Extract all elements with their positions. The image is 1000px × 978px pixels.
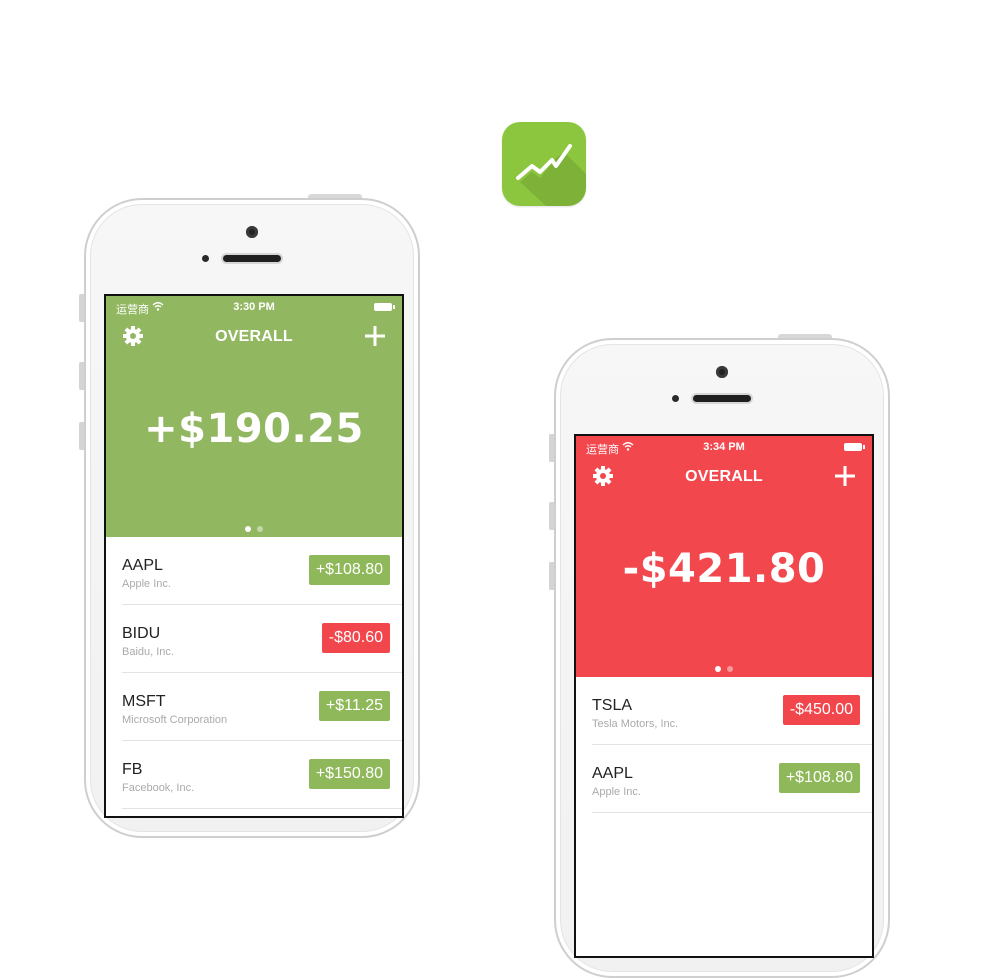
proximity-sensor	[672, 395, 679, 402]
company-name: Tesla Motors, Inc.	[592, 718, 679, 730]
stock-ticker: AAPL	[122, 557, 163, 574]
company-name: Microsoft Corporation	[122, 714, 228, 726]
stock-list: TSLA Tesla Motors, Inc. -$450.00 AAPL Apple …	[576, 677, 872, 956]
phone-screen: 运营商 3:30 PM OVERALL +$190.25 AAPL Apple …	[104, 294, 404, 818]
status-bar: 运营商 3:30 PM	[106, 300, 402, 316]
stock-list: AAPL Apple Inc. +$108.80 BIDU Baidu, Inc. -$8…	[106, 537, 402, 816]
page-dot[interactable]	[245, 526, 251, 532]
page-dot[interactable]	[257, 526, 263, 532]
trend-up-icon	[516, 144, 586, 206]
page-dot[interactable]	[727, 666, 733, 672]
change-badge[interactable]: +$150.80	[308, 759, 390, 789]
company-name: Apple Inc.	[592, 786, 641, 798]
earpiece-speaker	[693, 395, 751, 402]
status-bar: 运营商 3:34 PM	[576, 440, 872, 456]
page-indicator	[106, 519, 402, 537]
page-indicator	[576, 659, 872, 677]
status-time: 3:34 PM	[703, 441, 745, 453]
stock-ticker: FB	[122, 761, 143, 778]
page-title: OVERALL	[685, 468, 763, 485]
earpiece-speaker	[223, 255, 281, 262]
app-icon[interactable]	[502, 122, 586, 206]
nav-bar: OVERALL	[576, 462, 872, 492]
change-badge[interactable]: -$80.60	[321, 623, 390, 653]
status-time: 3:30 PM	[233, 301, 275, 313]
stock-row[interactable]: AAPL Apple Inc. +$108.80	[122, 537, 402, 605]
plus-icon[interactable]	[364, 325, 386, 352]
stock-ticker: BIDU	[122, 625, 161, 642]
proximity-sensor	[202, 255, 209, 262]
phone-mockup-right: 运营商 3:34 PM OVERALL -$421.80 TSLA Tesla …	[549, 334, 890, 978]
battery-icon	[374, 303, 395, 311]
stock-ticker: TSLA	[592, 697, 633, 714]
stock-row[interactable]: BIDU Baidu, Inc. -$80.60	[122, 605, 402, 673]
overall-total: +$190.25	[144, 406, 364, 452]
phone-screen: 运营商 3:34 PM OVERALL -$421.80 TSLA Tesla …	[574, 434, 874, 958]
nav-bar: OVERALL	[106, 322, 402, 352]
stock-row[interactable]: AAPL Apple Inc. +$108.80	[592, 745, 872, 813]
phone-mockup-left: 运营商 3:30 PM OVERALL +$190.25 AAPL Apple …	[79, 194, 420, 838]
change-badge[interactable]: +$108.80	[308, 555, 390, 585]
page-dot[interactable]	[715, 666, 721, 672]
plus-icon[interactable]	[834, 465, 856, 492]
stock-row[interactable]: TSLA Tesla Motors, Inc. -$450.00	[592, 677, 872, 745]
stock-row[interactable]: MSFT Microsoft Corporation +$11.25	[122, 673, 402, 741]
summary-header: 运营商 3:34 PM OVERALL -$421.80	[576, 436, 872, 677]
company-name: Baidu, Inc.	[122, 646, 174, 658]
stock-ticker: MSFT	[122, 693, 166, 710]
summary-header: 运营商 3:30 PM OVERALL +$190.25	[106, 296, 402, 537]
overall-total: -$421.80	[622, 546, 826, 592]
stock-ticker: AAPL	[592, 765, 633, 782]
front-camera	[246, 226, 258, 238]
battery-icon	[844, 443, 865, 451]
change-badge[interactable]: +$11.25	[318, 691, 390, 721]
change-badge[interactable]: -$450.00	[782, 695, 860, 725]
front-camera	[716, 366, 728, 378]
stock-row[interactable]: FB Facebook, Inc. +$150.80	[122, 741, 402, 809]
company-name: Facebook, Inc.	[122, 782, 195, 794]
change-badge[interactable]: +$108.80	[778, 763, 860, 793]
company-name: Apple Inc.	[122, 578, 171, 590]
page-title: OVERALL	[215, 328, 293, 345]
